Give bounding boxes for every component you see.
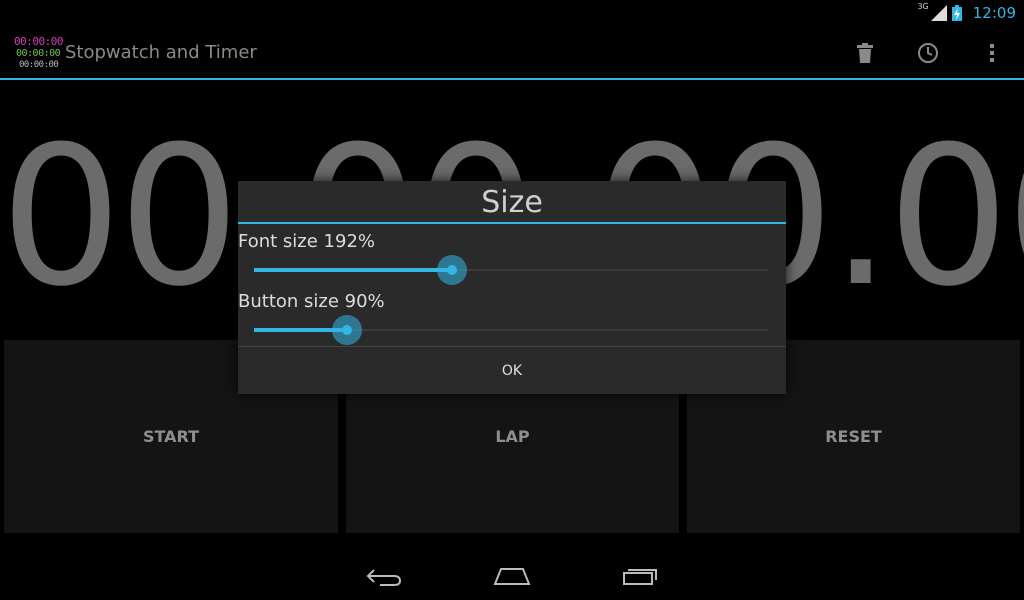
app-icon-line: 00:00:00: [16, 48, 61, 59]
overflow-menu-button[interactable]: [978, 39, 1006, 67]
slider-thumb[interactable]: [331, 315, 362, 345]
clock-icon: [918, 43, 938, 63]
overflow-menu-icon: [990, 44, 994, 62]
signal-icon: [930, 4, 947, 21]
font-size-label: Font size 192%: [238, 231, 375, 252]
size-dialog: Size Font size 192% Button size 90% OK: [238, 181, 786, 394]
recent-apps-icon: [623, 569, 657, 585]
battery-charging-icon: [951, 4, 962, 21]
navigation-bar: [0, 552, 1024, 600]
timer-button[interactable]: [914, 39, 942, 67]
button-size-slider[interactable]: [254, 315, 768, 345]
screen: 3G 12:09 00:00:00 00:00:00 00:00:00 Stop…: [0, 0, 1024, 600]
action-bar: 00:00:00 00:00:00 00:00:00 Stopwatch and…: [0, 25, 1024, 80]
app-icon-line: 00:00:00: [14, 35, 63, 48]
app-title: Stopwatch and Timer: [65, 42, 257, 63]
status-clock: 12:09: [972, 3, 1016, 22]
home-icon: [493, 568, 531, 585]
dialog-title: Size: [238, 181, 786, 224]
button-size-label: Button size 90%: [238, 291, 385, 312]
trash-icon: [857, 43, 873, 63]
back-icon: [366, 569, 402, 586]
status-icons: 3G 12:09: [914, 2, 1016, 23]
app-icon[interactable]: 00:00:00 00:00:00 00:00:00: [12, 33, 63, 73]
font-size-slider[interactable]: [254, 255, 768, 285]
ok-button[interactable]: OK: [238, 347, 786, 394]
status-bar: 3G 12:09: [0, 0, 1024, 25]
delete-button[interactable]: [851, 39, 879, 67]
home-button[interactable]: [492, 562, 532, 590]
network-type: 3G: [917, 2, 929, 11]
slider-thumb[interactable]: [436, 255, 467, 285]
recent-apps-button[interactable]: [620, 562, 660, 590]
slider-fill: [254, 268, 452, 272]
app-icon-line: 00:00:00: [19, 60, 59, 70]
back-button[interactable]: [364, 562, 404, 590]
